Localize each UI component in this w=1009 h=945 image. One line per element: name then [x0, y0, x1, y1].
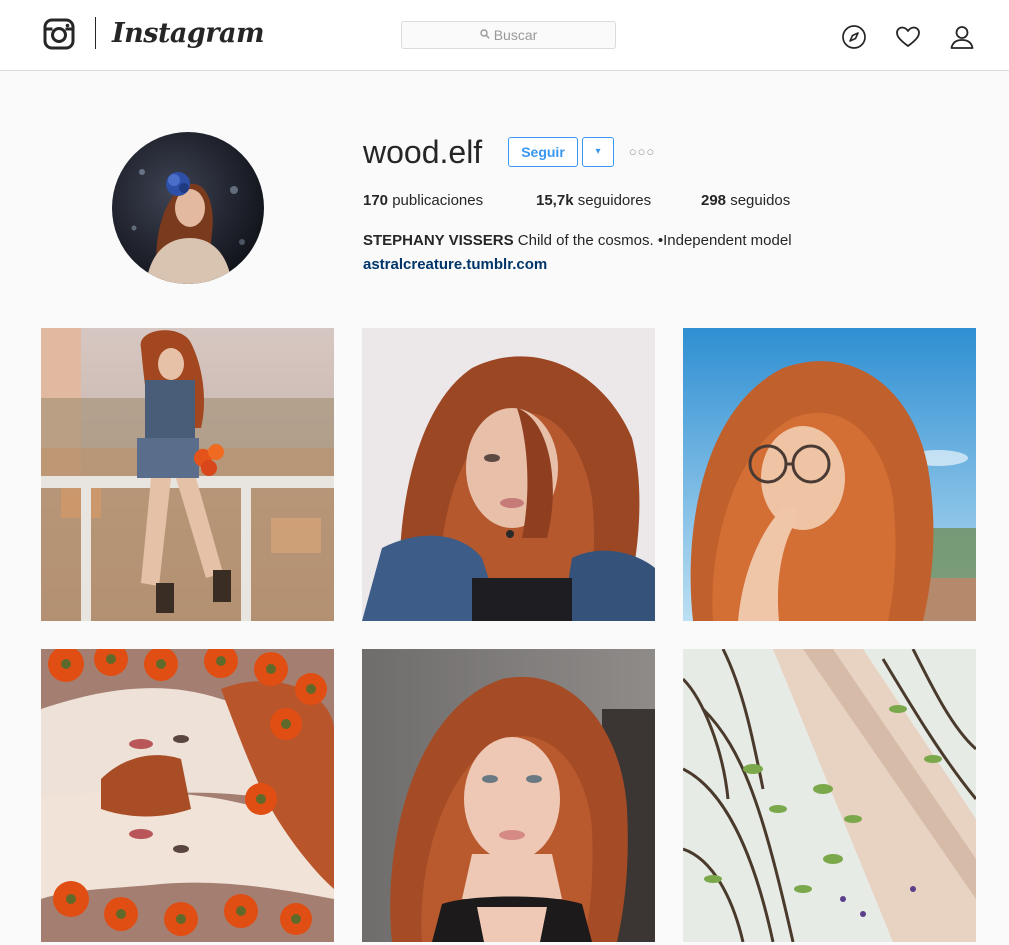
stat-following-count: 298: [701, 192, 727, 209]
heart-icon[interactable]: [895, 24, 921, 50]
post-thumbnail[interactable]: [41, 328, 334, 621]
compass-icon[interactable]: [841, 24, 867, 50]
post-image: [41, 649, 334, 942]
suggestions-dropdown-button[interactable]: ▾: [582, 137, 614, 167]
post-image: [41, 328, 334, 621]
stat-following-label: seguidos: [730, 192, 791, 209]
person-icon[interactable]: [949, 24, 975, 50]
instagram-wordmark[interactable]: Instagram: [112, 16, 265, 52]
profile-bio: STEPHANY VISSERS Child of the cosmos. •I…: [363, 230, 792, 252]
follow-button[interactable]: Seguir: [508, 137, 578, 167]
stat-posts: 170 publicaciones: [363, 190, 483, 212]
post-thumbnail[interactable]: [41, 649, 334, 942]
profile-website-link[interactable]: astralcreature.tumblr.com: [363, 254, 547, 276]
more-options-icon: ○○○: [628, 144, 656, 159]
profile-full-name: STEPHANY VISSERS: [363, 232, 514, 249]
post-image: [683, 328, 976, 621]
post-thumbnail[interactable]: [683, 649, 976, 942]
stat-followers-count: 15,7k: [536, 192, 574, 209]
stat-followers-label: seguidores: [577, 192, 652, 209]
search-placeholder: Buscar: [493, 27, 538, 43]
top-navigation-bar: Instagram Buscar: [0, 0, 1009, 71]
post-image: [683, 649, 976, 942]
post-thumbnail[interactable]: [362, 328, 655, 621]
stat-posts-count: 170: [363, 192, 389, 209]
profile-avatar[interactable]: [112, 132, 264, 284]
profile-username: wood.elf: [363, 134, 483, 170]
stat-following[interactable]: 298 seguidos: [701, 190, 790, 212]
post-image: [362, 328, 655, 621]
search-icon: [480, 26, 490, 44]
post-thumbnail[interactable]: [362, 649, 655, 942]
logo-divider: [95, 17, 96, 49]
profile-bio-text: Child of the cosmos. •Independent model: [517, 232, 792, 249]
stat-posts-label: publicaciones: [392, 192, 484, 209]
stat-followers[interactable]: 15,7k seguidores: [536, 190, 651, 212]
search-input[interactable]: Buscar: [401, 21, 616, 49]
instagram-glyph-icon[interactable]: [43, 18, 75, 50]
post-thumbnail[interactable]: [683, 328, 976, 621]
more-options-button[interactable]: ○○○: [626, 141, 658, 163]
chevron-down-icon: ▾: [595, 146, 601, 157]
post-image: [362, 649, 655, 942]
